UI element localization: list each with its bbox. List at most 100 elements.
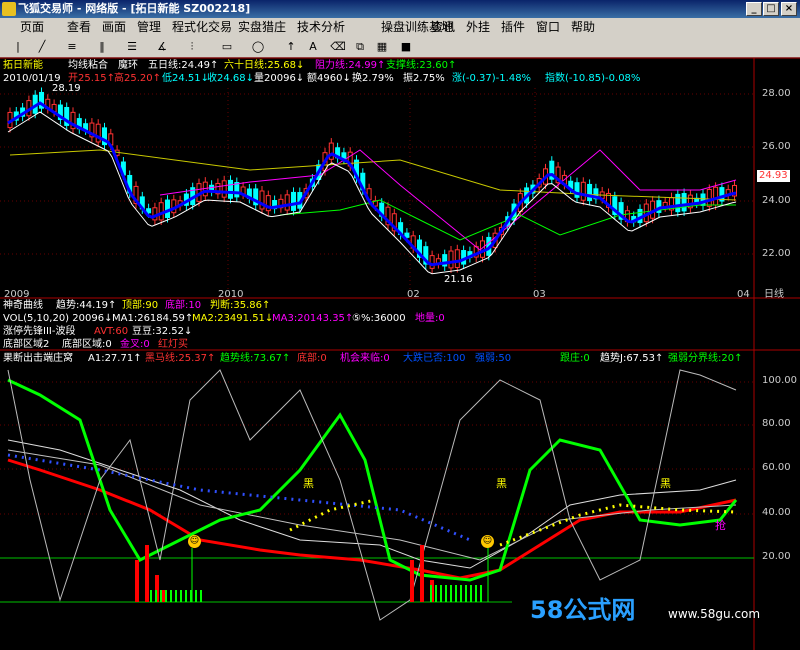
magic-trend: 趋势:44.19↑: [56, 300, 117, 311]
black-label: 黑: [303, 477, 314, 490]
gd-big: 大跌已否:100: [403, 353, 466, 364]
quote-close: 收24.68↓: [207, 73, 255, 84]
signal-bar-green: [445, 585, 447, 602]
signal-bar-red: [135, 560, 139, 602]
signal-bar-red: [145, 545, 149, 602]
signal-bar-green: [435, 585, 437, 602]
vol-ma1: MA1:26184.59↑: [112, 313, 194, 324]
chart-canvas[interactable]: [0, 0, 800, 650]
signal-bar-green: [450, 585, 452, 602]
signal-bar-green: [170, 590, 172, 602]
high-mark-label: 28.19: [52, 83, 81, 94]
signal-bar-green: [470, 585, 472, 602]
signal-bar-green: [465, 585, 467, 602]
quote-index: 指数(-10.85)-0.08%: [545, 73, 641, 84]
candle-body: [165, 199, 170, 219]
candle-body: [681, 193, 687, 212]
xtick-02: 02: [407, 289, 420, 300]
zt-dou: 豆豆:32.52↓: [132, 326, 193, 337]
current-price-tag: 24.93: [757, 170, 790, 182]
candle-body: [429, 255, 435, 269]
bottom-area-2: 底部区域2: [3, 339, 50, 350]
signal-bar-green: [460, 585, 462, 602]
quote-amount: 额4960↓: [307, 73, 351, 84]
gd-boundary: 强弱分界线:20↑: [668, 353, 743, 364]
magic-top: 顶部:90: [122, 300, 159, 311]
indicator-name: 魔环: [118, 60, 138, 71]
candle-body: [706, 188, 712, 207]
signal-bar-green: [440, 585, 442, 602]
price-ytick: 26.00: [762, 141, 791, 152]
gd-a1: A1:27.71↑: [88, 353, 142, 364]
candle-body: [580, 181, 586, 201]
black-label: 黑: [660, 477, 671, 490]
quote-amplitude: 振2.75%: [403, 73, 445, 84]
magic-bottom: 底部:10: [165, 300, 202, 311]
price-ytick: 28.00: [762, 88, 791, 99]
smiley-icon: ☺: [188, 535, 201, 548]
bottom-area: 底部区域:0: [62, 339, 112, 350]
signal-bar-green: [180, 590, 182, 602]
xtick-04: 04: [737, 289, 750, 300]
gd-follow: 跟庄:0: [560, 353, 590, 364]
price-ytick: 22.00: [762, 248, 791, 259]
signal-bar-green: [195, 590, 197, 602]
black-label: 黑: [496, 477, 507, 490]
candle-body: [587, 183, 593, 202]
gd-chance: 机会来临:0: [340, 353, 390, 364]
lower-ytick: 80.00: [762, 418, 791, 429]
quote-high: 高25.20↑: [114, 73, 162, 84]
vol-ma2: MA2:23491.51↓: [192, 313, 274, 324]
lower-ytick: 40.00: [762, 507, 791, 518]
smiley-icon: ☺: [481, 535, 494, 548]
watermark-title: 58公式网: [530, 596, 636, 624]
signal-bar-green: [185, 590, 187, 602]
candle-body: [228, 179, 233, 199]
candle-body: [234, 182, 240, 198]
signal-bar-red: [420, 545, 424, 602]
candle-body: [713, 186, 719, 206]
lower-ytick: 100.00: [762, 375, 797, 386]
heima-line: [7, 458, 737, 580]
resistance-line: [159, 149, 737, 251]
low-mark-label: 21.16: [444, 274, 473, 285]
lower-ytick: 60.00: [762, 462, 791, 473]
quote-change: 涨(-0.37)-1.48%: [452, 73, 532, 84]
candle-body: [675, 193, 681, 213]
zt-avt: AVT:60: [94, 326, 129, 337]
red-light-buy: 红灯买: [158, 339, 188, 350]
signal-bar-green: [150, 590, 152, 602]
candle-body: [221, 180, 227, 198]
gd-strong: 强弱:50: [475, 353, 512, 364]
lower-ytick: 20.00: [762, 551, 791, 562]
signal-bar-green: [175, 590, 177, 602]
vol-pct: ⑤%:36000: [352, 313, 406, 324]
signal-bar-red: [410, 560, 414, 602]
gd-heima: 黑马线:25.37↑: [145, 353, 216, 364]
signal-bar-green: [475, 585, 477, 602]
stock-name: 拓日新能: [3, 60, 43, 71]
zt-name: 涨停先锋III-波段: [3, 326, 76, 337]
signal-bar-green: [155, 590, 157, 602]
gd-trendj: 趋势J:67.53↑: [600, 353, 664, 364]
signal-bar-green: [430, 585, 432, 602]
trend-green-line: [7, 378, 738, 582]
period-label[interactable]: 日线: [764, 289, 784, 301]
gd-trend: 趋势线:73.67↑: [220, 353, 291, 364]
signal-bar-green: [160, 590, 162, 602]
ma-blue-line: [7, 101, 737, 267]
resistance-value: 阻力线:24.99↑: [315, 60, 386, 71]
candle-body: [454, 249, 460, 268]
price-grid: [0, 88, 754, 290]
support-value: 支撑线:23.60↑: [386, 60, 457, 71]
gd-bottom: 底部:0: [297, 353, 327, 364]
candle-body: [291, 191, 296, 211]
vol-ma3: MA3:20143.35↑: [272, 313, 354, 324]
signal-bar-green: [455, 585, 457, 602]
ma60-value: 六十日线:25.68↓: [224, 60, 305, 71]
price-ytick: 24.00: [762, 195, 791, 206]
candle-body: [448, 250, 454, 269]
quote-volume: 量20096↓: [254, 73, 305, 84]
watermark-url: www.58gu.com: [668, 607, 761, 621]
candlesticks: [7, 87, 737, 274]
